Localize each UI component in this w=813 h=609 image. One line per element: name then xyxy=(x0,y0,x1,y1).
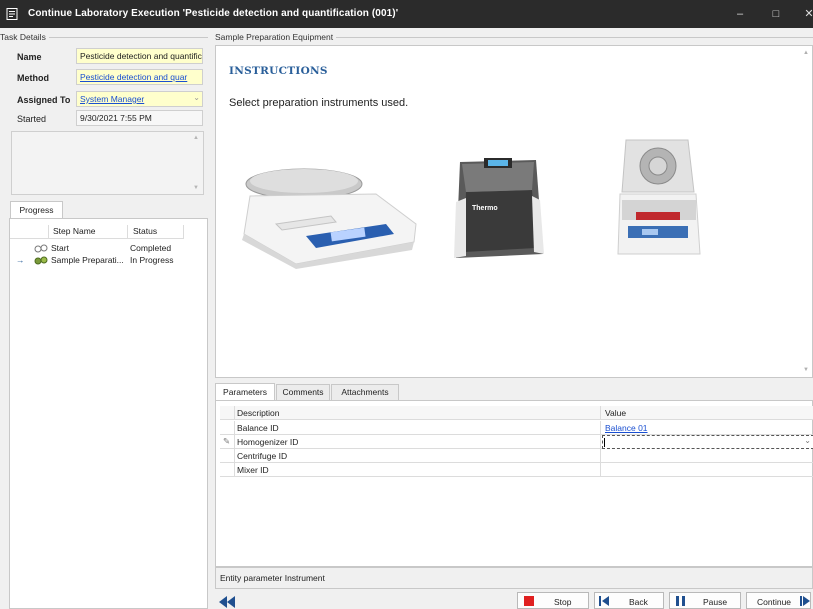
param-description: Homogenizer ID xyxy=(237,437,299,447)
notes-box[interactable]: ▲ ▼ xyxy=(11,131,204,195)
scroll-up-icon[interactable]: ▲ xyxy=(803,50,809,56)
stop-icon xyxy=(524,596,534,606)
pause-label: Pause xyxy=(703,597,728,607)
parameters-header: Description Value xyxy=(220,406,813,420)
assigned-to-field[interactable]: System Manager ⌄ xyxy=(76,91,203,107)
app-icon xyxy=(6,8,18,20)
step-name: Sample Preparati... xyxy=(51,255,124,265)
homogenizer-value-input[interactable]: ⌄ xyxy=(602,435,813,449)
step-icon xyxy=(34,256,48,265)
progress-header-gutter xyxy=(10,225,49,239)
column-separator xyxy=(600,449,601,463)
parameters-pane: Description Value Balance ID Balance 01 … xyxy=(215,400,813,567)
scroll-down-icon[interactable]: ▼ xyxy=(193,185,199,191)
row-separator xyxy=(234,463,235,477)
pause-button[interactable]: Pause xyxy=(669,592,741,609)
entity-parameter-bar: Entity parameter Instrument xyxy=(215,567,813,589)
tab-comments[interactable]: Comments xyxy=(276,384,330,400)
instructions-pane: INSTRUCTIONS Select preparation instrume… xyxy=(215,45,813,378)
continue-button[interactable]: Continue xyxy=(746,592,811,609)
step-icon xyxy=(34,244,48,253)
back-label: Back xyxy=(629,597,648,607)
column-separator xyxy=(600,435,601,449)
step-status: Completed xyxy=(130,243,172,253)
param-description: Balance ID xyxy=(237,423,279,433)
title-bar: Continue Laboratory Execution 'Pesticide… xyxy=(0,0,813,28)
current-step-arrow-icon: → xyxy=(16,255,25,265)
method-link[interactable]: Pesticide detection and quar xyxy=(80,72,187,82)
tab-parameters[interactable]: Parameters xyxy=(215,383,275,401)
progress-row[interactable]: Start Completed xyxy=(10,243,207,254)
row-separator xyxy=(234,435,235,449)
header-description[interactable]: Description xyxy=(237,408,280,418)
maximize-button[interactable]: □ xyxy=(767,6,785,22)
balance-image[interactable] xyxy=(236,164,426,269)
first-step-icon[interactable] xyxy=(219,596,235,608)
step-name: Start xyxy=(51,243,69,253)
table-row[interactable]: ✎ Homogenizer ID ⌄ xyxy=(220,435,813,449)
progress-header-step[interactable]: Step Name xyxy=(48,225,128,239)
row-separator xyxy=(234,406,235,420)
table-row[interactable]: Balance ID Balance 01 xyxy=(220,421,813,435)
back-button[interactable]: Back xyxy=(594,592,664,609)
close-button[interactable]: ✕ xyxy=(800,6,813,22)
row-separator xyxy=(234,421,235,435)
assigned-to-link[interactable]: System Manager xyxy=(80,94,144,104)
column-separator xyxy=(600,406,601,420)
chevron-down-icon[interactable]: ⌄ xyxy=(193,93,200,102)
param-description: Centrifuge ID xyxy=(237,451,288,461)
param-description: Mixer ID xyxy=(237,465,269,475)
progress-row[interactable]: → Sample Preparati... In Progress xyxy=(10,255,207,266)
stop-button[interactable]: Stop xyxy=(517,592,589,609)
column-separator xyxy=(600,421,601,435)
header-value[interactable]: Value xyxy=(605,408,626,418)
pause-icon xyxy=(676,596,685,606)
chevron-down-icon[interactable]: ⌄ xyxy=(804,436,811,445)
homogenizer-brand: Thermo xyxy=(472,205,498,212)
assigned-to-label: Assigned To xyxy=(17,95,71,105)
equipment-label: Sample Preparation Equipment xyxy=(215,32,337,42)
scroll-down-icon[interactable]: ▼ xyxy=(803,367,809,373)
step-status: In Progress xyxy=(130,255,174,265)
continue-icon xyxy=(800,596,810,606)
started-field: 9/30/2021 7:55 PM xyxy=(76,110,203,126)
task-details-divider xyxy=(40,37,208,38)
minimize-button[interactable]: – xyxy=(731,6,749,22)
started-label: Started xyxy=(17,114,47,124)
pencil-icon: ✎ xyxy=(223,436,231,446)
table-row[interactable]: Mixer ID xyxy=(220,463,813,477)
task-details-label: Task Details xyxy=(0,32,49,42)
scroll-up-icon[interactable]: ▲ xyxy=(193,135,199,141)
text-cursor xyxy=(604,438,605,447)
instructions-text: Select preparation instruments used. xyxy=(229,97,409,109)
progress-pane: Step Name Status Start Completed → Sampl… xyxy=(9,218,208,609)
continue-label: Continue xyxy=(757,597,792,607)
instructions-title: INSTRUCTIONS xyxy=(229,65,328,77)
method-label: Method xyxy=(17,73,49,83)
back-icon xyxy=(599,596,609,606)
name-label: Name xyxy=(17,52,42,62)
progress-header-status[interactable]: Status xyxy=(128,225,184,239)
tab-attachments[interactable]: Attachments xyxy=(331,384,399,400)
name-field[interactable]: Pesticide detection and quantific xyxy=(76,48,203,64)
equipment-divider xyxy=(330,37,813,38)
centrifuge-image[interactable] xyxy=(614,136,704,261)
method-field[interactable]: Pesticide detection and quar xyxy=(76,69,203,85)
table-row[interactable]: Centrifuge ID xyxy=(220,449,813,463)
tab-progress[interactable]: Progress xyxy=(10,201,63,219)
column-separator xyxy=(600,463,601,477)
homogenizer-image[interactable]: Thermo xyxy=(448,152,548,267)
window-title: Continue Laboratory Execution 'Pesticide… xyxy=(28,8,399,19)
row-separator xyxy=(234,449,235,463)
param-value-link[interactable]: Balance 01 xyxy=(605,423,648,433)
stop-label: Stop xyxy=(554,597,572,607)
